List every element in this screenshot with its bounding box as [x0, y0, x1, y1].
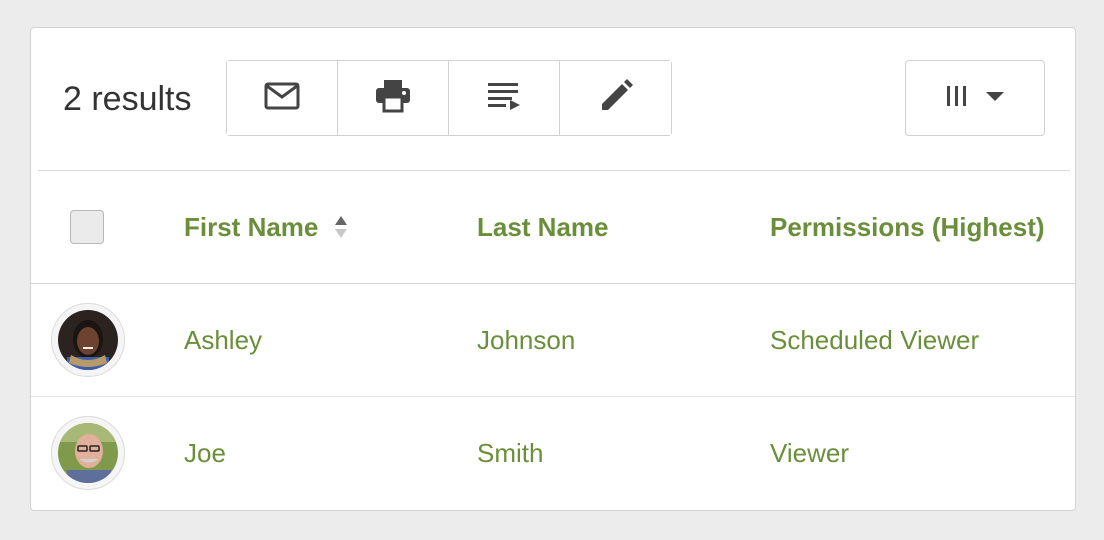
columns-dropdown-button[interactable] [905, 60, 1045, 136]
column-header-last-name[interactable]: Last Name [477, 171, 609, 283]
last-name-cell[interactable]: Smith [477, 397, 543, 510]
pencil-icon [599, 78, 633, 118]
playlist-icon [487, 81, 521, 116]
permissions-value[interactable]: Viewer [770, 438, 849, 469]
sort-icon[interactable] [334, 215, 348, 239]
print-icon [375, 79, 411, 118]
permissions-header-label: Permissions (Highest) [770, 211, 1045, 242]
table-header-row: First Name Last Name Permissions (Highes… [31, 171, 1075, 284]
first-name-header-label: First Name [184, 211, 319, 242]
caret-down-icon [986, 89, 1004, 107]
toolbar: 2 results [31, 28, 1075, 171]
permissions-value[interactable]: Scheduled Viewer [770, 325, 979, 356]
action-button-group [226, 60, 672, 136]
email-button[interactable] [227, 61, 338, 135]
last-name-value[interactable]: Johnson [477, 325, 575, 356]
avatar [51, 303, 125, 377]
results-count: 2 results [63, 80, 192, 118]
table-row[interactable]: Ashley Johnson Scheduled Viewer [31, 284, 1075, 397]
permissions-cell[interactable]: Scheduled Viewer [770, 284, 979, 396]
mail-icon [264, 81, 300, 116]
print-button[interactable] [338, 61, 449, 135]
first-name-cell[interactable]: Ashley [184, 284, 262, 396]
column-header-first-name[interactable]: First Name [184, 171, 348, 283]
first-name-cell[interactable]: Joe [184, 397, 226, 510]
select-all-checkbox[interactable] [70, 210, 104, 244]
avatar [51, 416, 125, 490]
last-name-cell[interactable]: Johnson [477, 284, 575, 396]
last-name-header-label: Last Name [477, 211, 609, 242]
first-name-value[interactable]: Ashley [184, 325, 262, 356]
users-table-card: 2 results First Name Last Name Permissio… [30, 27, 1076, 511]
last-name-value[interactable]: Smith [477, 438, 543, 469]
columns-icon [946, 85, 968, 112]
column-header-permissions[interactable]: Permissions (Highest) [770, 171, 1045, 283]
edit-button[interactable] [560, 61, 671, 135]
first-name-value[interactable]: Joe [184, 438, 226, 469]
permissions-cell[interactable]: Viewer [770, 397, 849, 510]
table-row[interactable]: Joe Smith Viewer [31, 397, 1075, 510]
playlist-button[interactable] [449, 61, 560, 135]
